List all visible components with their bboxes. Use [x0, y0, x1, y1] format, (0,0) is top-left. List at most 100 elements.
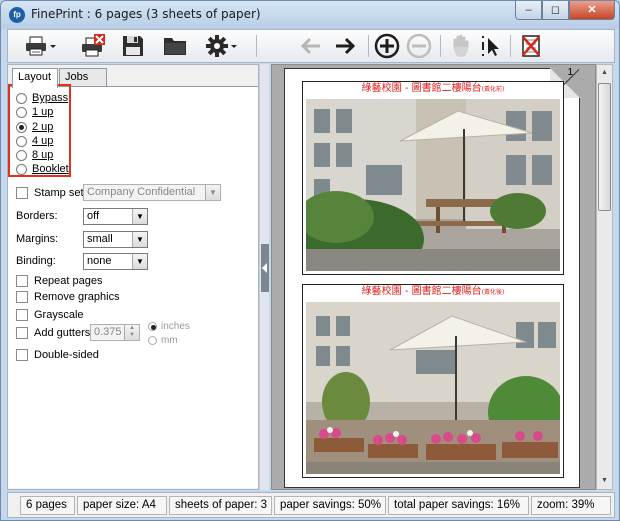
status-paper-size: paper size: A4 [77, 496, 167, 515]
caption-text: 綠藝校園 - 圖書館二樓陽台 [361, 83, 482, 94]
double-sided-checkbox[interactable] [16, 349, 28, 361]
pane-splitter[interactable] [259, 64, 269, 490]
toolbar [7, 29, 615, 63]
printer-delete-icon [82, 34, 105, 57]
save-icon [123, 36, 143, 56]
preview-area: 1 綠藝校園 - 圖書館二樓陽台(黃化前) 綠藝校園 - 圖書館二樓陽台(黃化後… [271, 64, 596, 490]
minimize-button[interactable]: – [515, 1, 542, 20]
grayscale-checkbox[interactable] [16, 309, 28, 321]
layout-options-highlight [8, 84, 71, 177]
stamp-set-select[interactable]: Company Confidential ▼ [83, 184, 221, 201]
maximize-button[interactable]: ◻ [542, 1, 569, 20]
stamp-set-checkbox[interactable] [16, 187, 28, 199]
collapse-pane-handle[interactable] [261, 244, 269, 292]
status-zoom: zoom: 39% [531, 496, 611, 515]
remove-graphics-checkbox[interactable] [16, 291, 28, 303]
close-button[interactable]: ✕ [569, 1, 615, 20]
patio-photo-before [306, 99, 560, 271]
chevron-down-icon [231, 45, 237, 48]
forward-button[interactable] [330, 33, 360, 59]
borders-select[interactable]: off ▼ [83, 208, 148, 225]
borders-value: off [87, 210, 100, 222]
window-title: FinePrint : 6 pages (3 sheets of paper) [31, 7, 261, 21]
delete-page-icon [522, 35, 540, 57]
scroll-up-icon[interactable]: ▲ [597, 65, 612, 81]
fineprint-window: fp FinePrint : 6 pages (3 sheets of pape… [0, 0, 620, 521]
print-button[interactable] [20, 33, 62, 59]
margins-select[interactable]: small ▼ [83, 231, 148, 248]
gear-icon [206, 35, 228, 57]
folder-icon [164, 38, 186, 55]
status-sheets: sheets of paper: 3 [169, 496, 272, 515]
toolbar-separator [510, 35, 511, 57]
double-sided-label: Double-sided [34, 349, 99, 361]
scroll-down-icon[interactable]: ▼ [597, 473, 612, 489]
grayscale-option[interactable]: Grayscale [16, 308, 84, 322]
add-gutters-option[interactable]: Add gutters [16, 326, 90, 340]
window-controls: – ◻ ✕ [515, 1, 615, 21]
preview-page: 1 綠藝校園 - 圖書館二樓陽台(黃化前) 綠藝校園 - 圖書館二樓陽台(黃化後… [284, 67, 580, 488]
borders-label: Borders: [16, 210, 58, 222]
forward-arrow-icon [336, 37, 356, 55]
select-cursor-icon [482, 36, 499, 56]
repeat-pages-label: Repeat pages [34, 275, 103, 287]
zoom-in-icon [374, 33, 400, 59]
unit-inches-label: inches [161, 320, 190, 332]
tab-layout-label: Layout [18, 71, 52, 83]
zoom-in-button[interactable] [372, 33, 402, 59]
preview-sheet[interactable]: 綠藝校園 - 圖書館二樓陽台(黃化後) [302, 284, 564, 478]
stamp-set-label: Stamp set: [34, 187, 87, 199]
margins-value: small [87, 233, 113, 245]
open-folder-button[interactable] [158, 33, 192, 59]
tab-layout[interactable]: Layout [12, 68, 58, 88]
scrollbar-thumb[interactable] [598, 83, 611, 211]
settings-button[interactable] [200, 33, 244, 59]
back-button[interactable] [296, 33, 326, 59]
add-gutters-checkbox[interactable] [16, 327, 28, 339]
margins-label: Margins: [16, 233, 59, 245]
unit-mm-option[interactable]: mm [148, 333, 178, 347]
back-arrow-icon [300, 37, 320, 55]
radio-button-selected[interactable] [148, 321, 157, 331]
binding-select[interactable]: none ▼ [83, 253, 148, 270]
zoom-out-button[interactable] [404, 33, 434, 59]
repeat-pages-checkbox[interactable] [16, 275, 28, 287]
title-bar[interactable]: fp FinePrint : 6 pages (3 sheets of pape… [1, 1, 619, 29]
remove-graphics-label: Remove graphics [34, 291, 120, 303]
status-bar: 6 pages paper size: A4 sheets of paper: … [7, 492, 615, 518]
sheet-caption: 綠藝校園 - 圖書館二樓陽台(黃化後) [303, 285, 563, 299]
gutter-size-stepper[interactable]: 0.375 ▲ ▼ [90, 324, 140, 341]
pan-tool-button[interactable] [448, 33, 474, 59]
repeat-pages-option[interactable]: Repeat pages [16, 274, 103, 288]
patio-photo-after [306, 302, 560, 474]
chevron-down-icon: ▼ [132, 209, 147, 224]
zoom-out-icon [406, 33, 432, 59]
gutter-size-value: 0.375 [94, 326, 122, 338]
save-button[interactable] [118, 33, 148, 59]
status-total-savings: total paper savings: 16% [388, 496, 529, 515]
hand-pan-icon [453, 34, 469, 57]
preview-scrollbar[interactable]: ▲ ▼ [596, 64, 613, 490]
fineprint-app-icon: fp [9, 7, 25, 23]
double-sided-option[interactable]: Double-sided [16, 348, 99, 362]
unit-inches-option[interactable]: inches [148, 319, 190, 333]
toolbar-separator [256, 35, 257, 57]
cancel-print-button[interactable] [78, 33, 108, 59]
caption-note: (黃化後) [481, 289, 505, 296]
page-number: 1 [567, 67, 573, 78]
stamp-set-row[interactable]: Stamp set: [16, 186, 87, 200]
chevron-down-icon [50, 45, 56, 48]
binding-value: none [87, 255, 112, 267]
chevron-down-icon: ▼ [132, 232, 147, 247]
status-paper-savings: paper savings: 50% [274, 496, 386, 515]
select-tool-button[interactable] [478, 33, 504, 59]
toolbar-separator [368, 35, 369, 57]
status-pages: 6 pages [20, 496, 75, 515]
stamp-set-value: Company Confidential [87, 186, 196, 198]
preview-sheet[interactable]: 綠藝校園 - 圖書館二樓陽台(黃化前) [302, 81, 564, 275]
remove-graphics-option[interactable]: Remove graphics [16, 290, 120, 304]
delete-page-button[interactable] [516, 33, 546, 59]
caption-note: (黃化前) [481, 86, 505, 93]
toolbar-separator [440, 35, 441, 57]
radio-button[interactable] [148, 335, 157, 345]
